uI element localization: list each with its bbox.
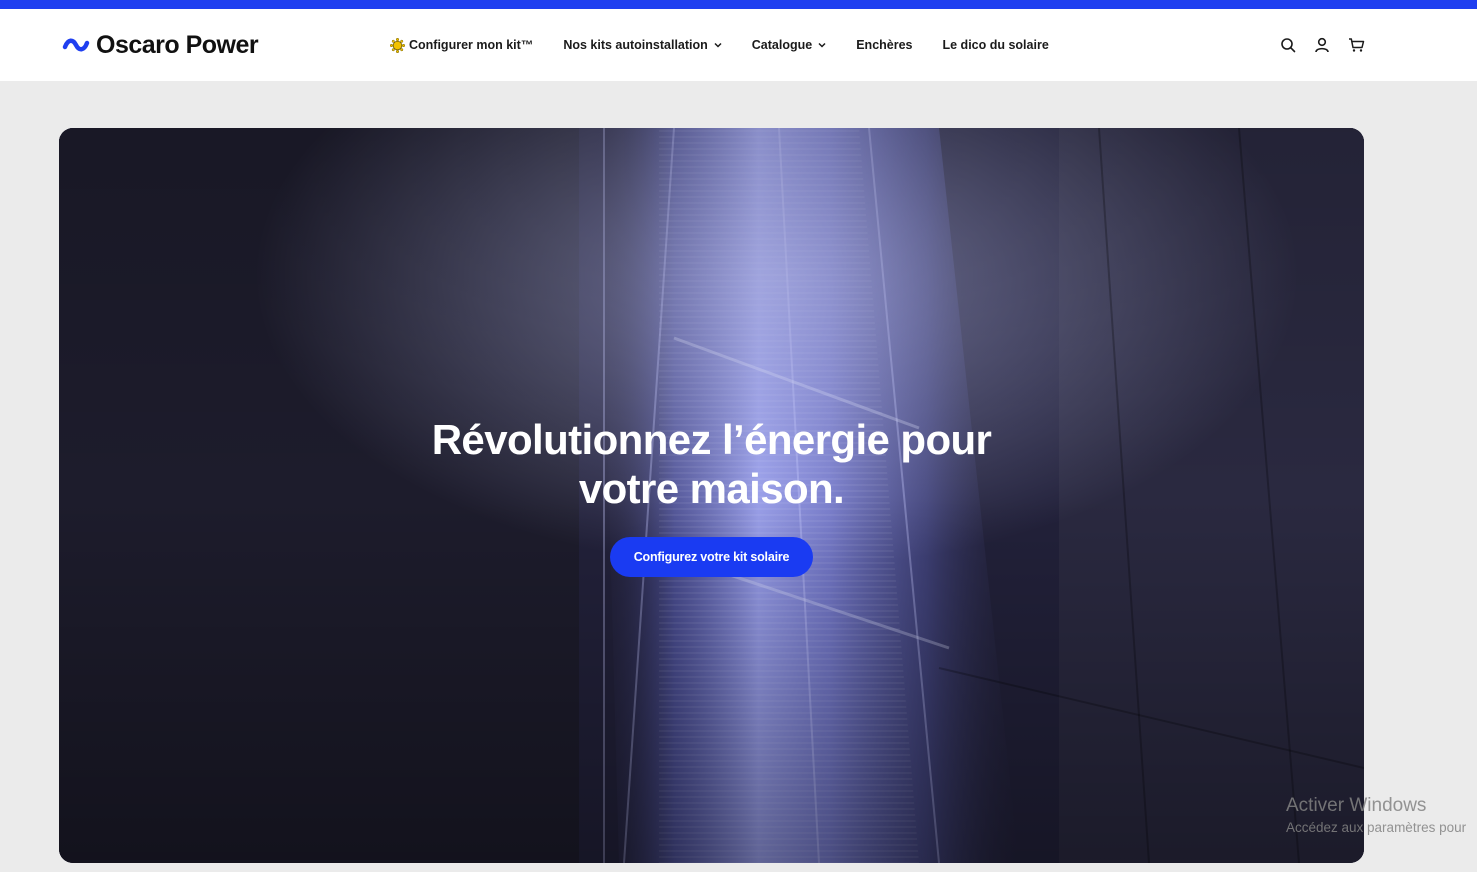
nav-label: Nos kits autoinstallation xyxy=(563,38,708,52)
brand-logo[interactable]: Oscaro Power xyxy=(62,30,259,59)
chevron-down-icon xyxy=(818,42,826,48)
watermark-title: Activer Windows xyxy=(1286,795,1427,816)
sun-icon xyxy=(390,37,405,53)
nav-label: Le dico du solaire xyxy=(942,38,1049,52)
nav-item-kits[interactable]: Nos kits autoinstallation xyxy=(563,38,722,52)
hero-title-line-1: Révolutionnez l’énergie pour xyxy=(431,416,992,463)
brand-name: Oscaro Power xyxy=(96,30,259,59)
top-accent-bar xyxy=(0,0,1477,9)
nav-item-configurer[interactable]: Configurer mon kit™ xyxy=(390,37,534,53)
nav-item-encheres[interactable]: Enchères xyxy=(856,38,912,52)
main-nav: Configurer mon kit™ Nos kits autoinstall… xyxy=(390,35,1079,55)
chevron-down-icon xyxy=(714,42,722,48)
hero-title: Révolutionnez l’énergie pour votre maiso… xyxy=(59,415,1364,513)
hero-title-line-2: votre maison. xyxy=(578,465,845,512)
header-actions xyxy=(1279,36,1365,54)
nav-label: Configurer mon kit™ xyxy=(409,38,534,52)
account-icon xyxy=(1315,37,1329,53)
windows-activation-watermark: Activer Windows Accédez aux paramètres p… xyxy=(1286,795,1477,837)
account-button[interactable] xyxy=(1313,36,1331,54)
hero-banner: Révolutionnez l’énergie pour votre maiso… xyxy=(59,128,1364,863)
nav-label: Catalogue xyxy=(751,38,813,52)
nav-item-dico[interactable]: Le dico du solaire xyxy=(943,38,1049,52)
cart-button[interactable] xyxy=(1347,36,1365,54)
site-header: Oscaro Power Configurer mon kit™ Nos kit… xyxy=(0,9,1477,81)
logo-mark-icon xyxy=(62,38,90,52)
nav-label: Enchères xyxy=(856,38,913,52)
cart-icon xyxy=(1348,38,1364,52)
nav-item-catalogue[interactable]: Catalogue xyxy=(752,38,826,52)
watermark-subtitle: Accédez aux paramètres pour xyxy=(1286,820,1467,835)
search-button[interactable] xyxy=(1279,36,1297,54)
search-icon xyxy=(1281,38,1296,53)
configure-kit-button[interactable]: Configurez votre kit solaire xyxy=(610,537,813,577)
